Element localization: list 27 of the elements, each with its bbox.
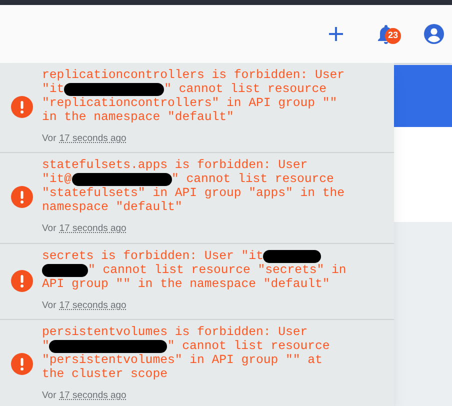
timestamp: 17 seconds ago bbox=[59, 222, 126, 236]
timestamp: 17 seconds ago bbox=[59, 132, 126, 146]
error-icon bbox=[11, 186, 33, 208]
time-prefix: Vor bbox=[42, 298, 56, 312]
time-prefix: Vor bbox=[42, 132, 56, 146]
time-prefix: Vor bbox=[42, 222, 56, 236]
user-avatar-icon[interactable] bbox=[424, 24, 444, 44]
error-message: secrets is forbidden: User "it " cannot list resource "secrets" in API group "" in the namespace "default" bbox=[42, 248, 348, 290]
error-message: statefulsets.apps is forbidden: User "it@ " cannot list resource "statefulsets" in API group "apps" in the namespace "default" bbox=[42, 158, 346, 214]
notification-item[interactable]: statefulsets.apps is forbidden: User "it@ " cannot list resource "statefulsets" in API group "apps" in the namespace "default" Vor 17 seconds ago bbox=[0, 153, 394, 244]
notification-item[interactable]: replicationcontrollers is forbidden: User "it " cannot list resource "replicationcontrollers" in API group "" in the namespace "default" Vor 17 seconds ago bbox=[0, 63, 394, 154]
redaction-mark bbox=[42, 264, 88, 276]
notifications-button[interactable]: 23 bbox=[374, 22, 398, 46]
plus-icon[interactable] bbox=[328, 26, 344, 42]
error-icon bbox=[11, 270, 33, 292]
error-icon bbox=[11, 96, 33, 118]
timestamp: 17 seconds ago bbox=[59, 298, 126, 312]
time-prefix: Vor bbox=[42, 388, 56, 403]
error-message: persistentvolumes is forbidden: User " " cannot list resource "persistentvolumes" in API group "" at the cluster scope bbox=[42, 324, 331, 381]
error-message: replicationcontrollers is forbidden: User "it " cannot list resource "replicationcontrollers" in API group "" in the namespace "default" bbox=[42, 68, 346, 124]
notification-item[interactable]: persistentvolumes is forbidden: User " " cannot list resource "persistentvolumes" in API group "" at the cluster scope Vor 17 seconds ago bbox=[0, 320, 394, 406]
notification-item[interactable]: secrets is forbidden: User "it " cannot list resource "secrets" in API group "" in the namespace "default" Vor 17 seconds ago bbox=[0, 244, 394, 320]
header-bar bbox=[394, 65, 452, 127]
notification-badge: 23 bbox=[385, 28, 401, 44]
timestamp: 17 seconds ago bbox=[59, 388, 126, 403]
error-icon bbox=[11, 352, 33, 375]
redaction-mark bbox=[263, 250, 322, 262]
